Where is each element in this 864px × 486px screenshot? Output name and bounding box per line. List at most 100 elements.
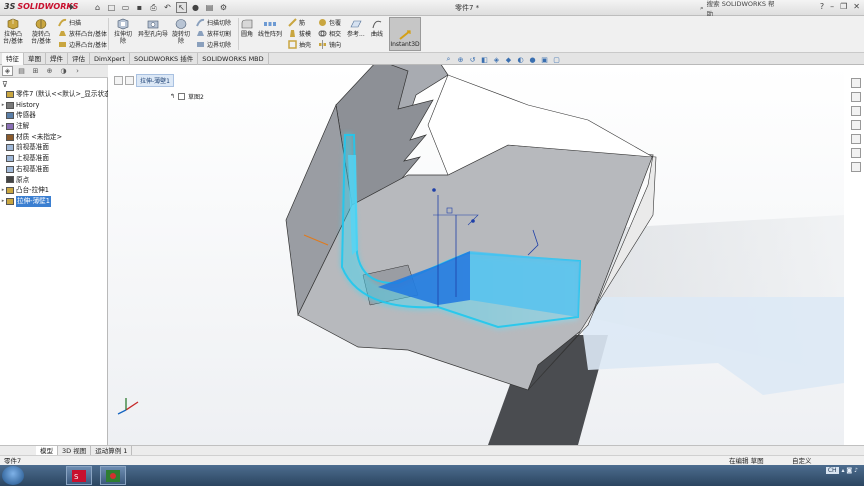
breadcrumb: 拉伸-薄壁1 [114, 74, 174, 87]
property-manager-tab-icon[interactable]: ▤ [16, 66, 27, 76]
revolve-cut-button[interactable]: 旋转切 除 [172, 18, 190, 45]
solidworks-logo[interactable]: 3S SOLIDWORKS [4, 2, 78, 11]
tree-item[interactable]: 材质 <未指定> [0, 132, 108, 143]
tab-features[interactable]: 特征 [2, 53, 24, 65]
close-icon[interactable]: ✕ [853, 2, 860, 11]
select-icon[interactable]: ↖ [176, 2, 187, 13]
dimxpert-manager-tab-icon[interactable]: ⊕ [44, 66, 55, 76]
tab-motion-study[interactable]: 运动算例 1 [91, 445, 133, 456]
tab-addins[interactable]: SOLIDWORKS 插件 [130, 53, 199, 65]
rib-button[interactable]: 筋 [288, 18, 305, 27]
tree-item[interactable]: 前视基准面 [0, 142, 108, 153]
hole-wizard-button[interactable]: 异型孔向导 [138, 18, 168, 38]
revolve-boss-button[interactable]: 旋转凸 台/基体 [31, 18, 51, 45]
tree-item[interactable]: 传感器 [0, 110, 108, 121]
tab-3d-views[interactable]: 3D 视图 [58, 445, 92, 456]
funnel-icon[interactable]: ⊽ [2, 80, 8, 89]
tree-item[interactable]: ▸ 拉伸-薄壁1 [0, 195, 108, 207]
rebuild-icon[interactable]: ● [190, 2, 201, 13]
section-view-icon[interactable]: ◧ [480, 55, 489, 64]
menu-flyout-icon[interactable] [70, 4, 74, 10]
forum-icon[interactable] [851, 162, 861, 172]
tree-item[interactable]: 原点 [0, 175, 108, 186]
tree-item[interactable]: ▸ History [0, 100, 108, 111]
tab-weldments[interactable]: 焊件 [46, 53, 68, 65]
tab-sketch[interactable]: 草图 [24, 53, 46, 65]
minimize-icon[interactable]: – [830, 2, 834, 11]
tree-item[interactable]: ▸ 注解 [0, 121, 108, 132]
tree-item[interactable]: 上视基准面 [0, 153, 108, 164]
solidworks-resources-icon[interactable] [851, 78, 861, 88]
model-scene [108, 65, 844, 445]
tree-item[interactable]: 零件7 (默认<<默认>_显示状态 [0, 89, 111, 100]
extrude-boss-button[interactable]: 拉伸凸 台/基体 [3, 18, 23, 45]
reference-geometry-button[interactable]: 参考... [347, 18, 365, 38]
part-breadcrumb-icon[interactable] [114, 76, 123, 85]
tab-model[interactable]: 模型 [36, 445, 58, 456]
swept-cut-button[interactable]: 扫描切除 [196, 18, 231, 27]
instant3d-button[interactable]: Instant3D [389, 17, 421, 51]
view-palette-icon[interactable] [851, 120, 861, 130]
display-style-icon[interactable]: ◆ [504, 55, 513, 64]
loft-button[interactable]: 放样凸台/基体 [58, 29, 107, 38]
fillet-button[interactable]: 圆角 [240, 18, 254, 38]
hide-show-icon[interactable]: ◐ [516, 55, 525, 64]
sketch-checkbox[interactable] [178, 93, 186, 100]
tab-mbd[interactable]: SOLIDWORKS MBD [198, 53, 269, 65]
restore-icon[interactable]: ❐ [840, 2, 847, 11]
annotation-icon [6, 122, 14, 130]
undo-icon[interactable]: ↶ [162, 2, 173, 13]
recorder-taskbar-icon[interactable] [100, 466, 126, 485]
view-orientation-icon[interactable]: ◈ [492, 55, 501, 64]
breadcrumb-feature[interactable]: 拉伸-薄壁1 [136, 74, 174, 87]
shell-button[interactable]: 抽壳 [288, 40, 311, 49]
sweep-button[interactable]: 扫描 [58, 18, 81, 27]
scene-icon[interactable]: ▣ [540, 55, 549, 64]
boundary-boss-button[interactable]: 边界凸台/基体 [58, 40, 107, 49]
custom-properties-icon[interactable] [851, 148, 861, 158]
zoom-to-fit-icon[interactable]: ⌕ [444, 55, 453, 64]
sketch-flyout-icon[interactable]: ↰ [170, 93, 175, 100]
graphics-area[interactable] [108, 65, 844, 445]
options-gear-icon[interactable]: ⚙ [218, 2, 229, 13]
lofted-cut-button[interactable]: 放样切割 [196, 29, 231, 38]
print-icon[interactable]: ⎙ [148, 2, 159, 13]
previous-view-icon[interactable]: ↺ [468, 55, 477, 64]
more-tabs-icon[interactable]: › [72, 66, 83, 76]
file-properties-icon[interactable]: ▤ [204, 2, 215, 13]
open-icon[interactable]: ▭ [120, 2, 131, 13]
extrude-cut-button[interactable]: 拉伸切 除 [114, 18, 132, 45]
linear-pattern-button[interactable]: 线性阵列 [258, 18, 282, 38]
solidworks-taskbar-icon[interactable]: S [66, 466, 92, 485]
tree-item[interactable]: ▸ 凸台-拉伸1 [0, 185, 108, 196]
boundary-cut-button[interactable]: 边界切除 [196, 40, 231, 49]
mirror-button[interactable]: 镜向 [318, 40, 341, 49]
display-manager-tab-icon[interactable]: ◑ [58, 66, 69, 76]
zoom-area-icon[interactable]: ⊕ [456, 55, 465, 64]
new-document-icon[interactable]: □ [106, 2, 117, 13]
home-icon[interactable]: ⌂ [92, 2, 103, 13]
design-library-icon[interactable] [851, 92, 861, 102]
fillet-icon [241, 19, 253, 29]
help-search[interactable]: ⌕ 搜索 SOLIDWORKS 帮助 [700, 0, 778, 18]
wrap-button[interactable]: 包覆 [318, 18, 341, 27]
configuration-manager-tab-icon[interactable]: ⊞ [30, 66, 41, 76]
file-explorer-icon[interactable] [851, 106, 861, 116]
curves-button[interactable]: 曲线 [370, 18, 384, 38]
tray-icons[interactable]: ▴ ◙ ♪ [842, 467, 858, 474]
context-sketch-label[interactable]: 草图2 [188, 92, 204, 101]
help-icon[interactable]: ? [820, 2, 824, 11]
start-button-icon[interactable] [2, 466, 24, 485]
tab-evaluate[interactable]: 评估 [68, 53, 90, 65]
draft-button[interactable]: 拔模 [288, 29, 311, 38]
tree-item[interactable]: 右视基准面 [0, 164, 108, 175]
tab-dimxpert[interactable]: DimXpert [90, 53, 130, 65]
intersect-button[interactable]: 相交 [318, 29, 341, 38]
save-icon[interactable]: ▪ [134, 2, 145, 13]
view-settings-icon[interactable]: ▢ [552, 55, 561, 64]
appearance-icon[interactable]: ● [528, 55, 537, 64]
feature-manager-tab-icon[interactable]: ◈ [2, 66, 13, 76]
feature-breadcrumb-icon[interactable] [125, 76, 134, 85]
appearances-icon[interactable] [851, 134, 861, 144]
language-indicator[interactable]: CH [825, 467, 839, 474]
